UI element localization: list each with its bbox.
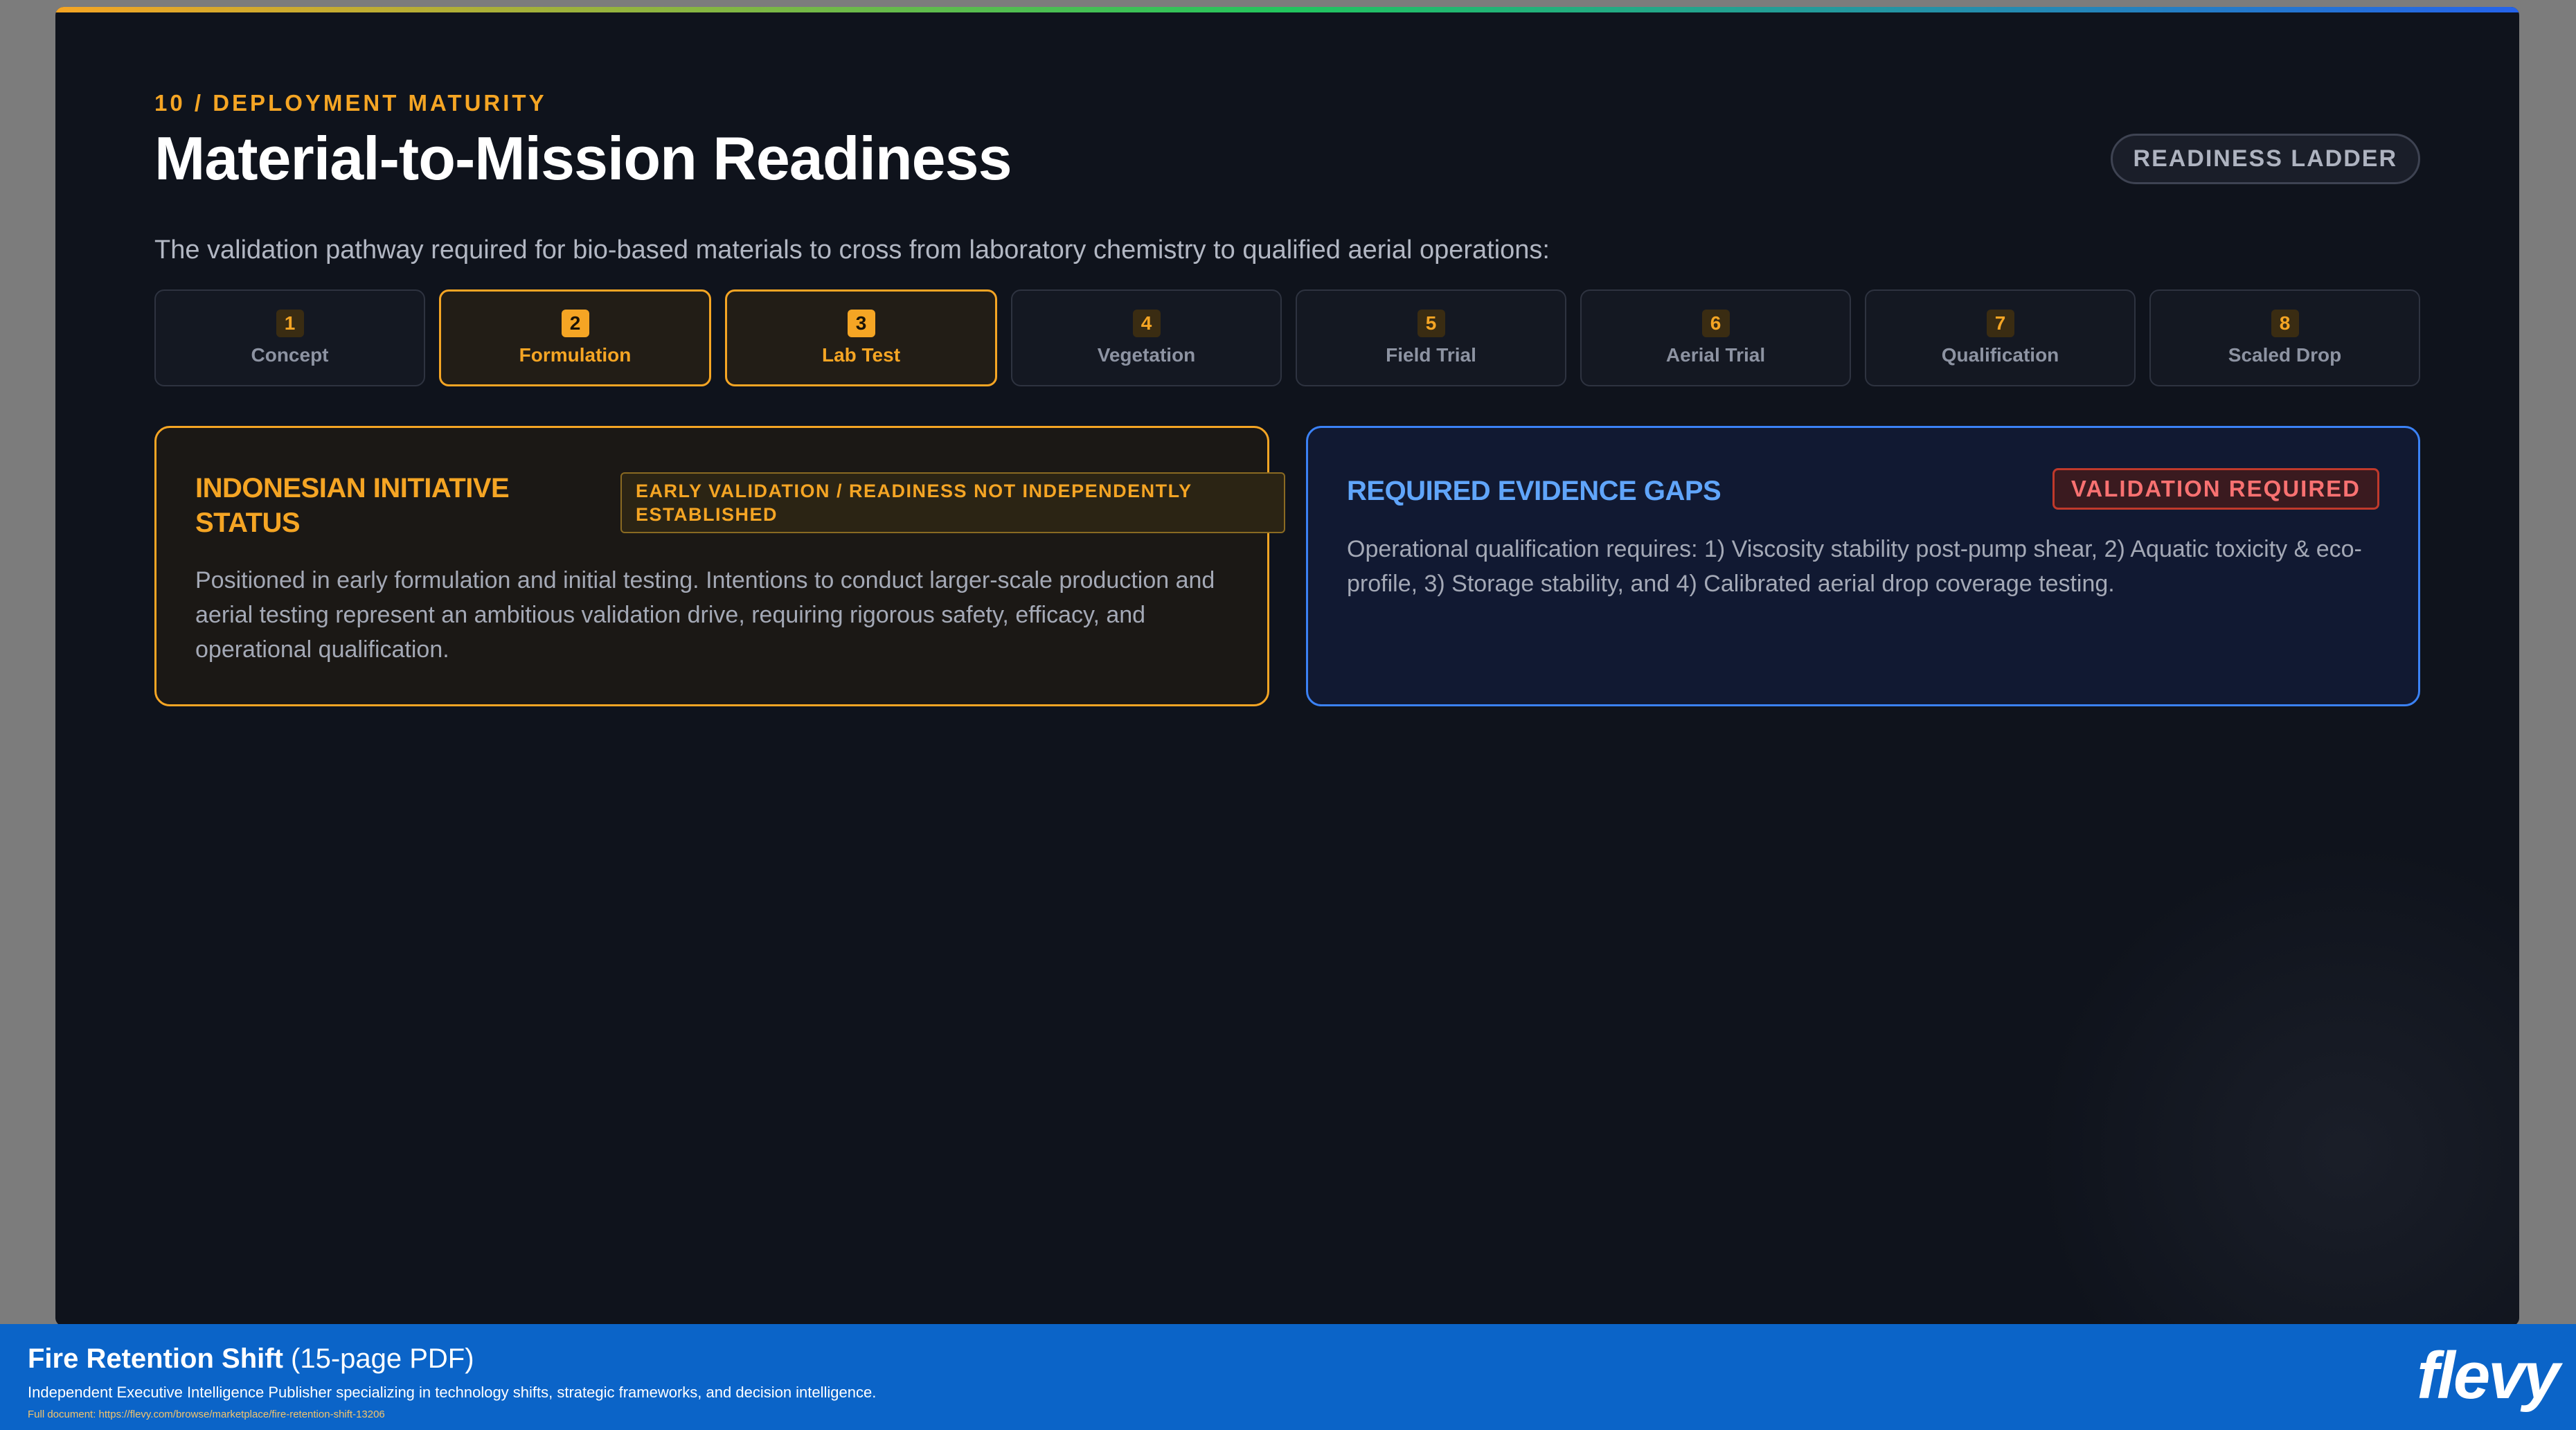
status-card-body: Positioned in early formulation and init… xyxy=(195,567,1215,663)
step-label: Field Trial xyxy=(1386,344,1476,366)
readiness-ladder-badge: READINESS LADDER xyxy=(2110,134,2420,184)
validation-required-tag: VALIDATION REQUIRED xyxy=(2052,468,2379,510)
evidence-gaps-card: REQUIRED EVIDENCE GAPS VALIDATION REQUIR… xyxy=(1306,426,2420,706)
step-field-trial: 5 Field Trial xyxy=(1296,289,1566,386)
step-scaled-drop: 8 Scaled Drop xyxy=(2149,289,2420,386)
slide: 10 / DEPLOYMENT MATURITY Material-to-Mis… xyxy=(55,7,2519,1326)
step-formulation: 2 Formulation xyxy=(439,289,711,386)
readiness-steps: 1 Concept 2 Formulation 3 Lab Test 4 Veg… xyxy=(154,289,2420,386)
footer-description: Independent Executive Intelligence Publi… xyxy=(28,1384,877,1401)
step-lab-test: 3 Lab Test xyxy=(725,289,997,386)
step-number-badge: 4 xyxy=(1132,310,1161,337)
background-glow xyxy=(2034,841,2519,1326)
step-aerial-trial: 6 Aerial Trial xyxy=(1580,289,1851,386)
initiative-status-card: INDONESIAN INITIATIVE STATUS EARLY VALID… xyxy=(154,426,1285,706)
footer-title: Fire Retention Shift (15-page PDF) xyxy=(28,1343,474,1375)
footer-document-link[interactable]: Full document: https://flevy.com/browse/… xyxy=(28,1409,385,1420)
step-number-badge: 2 xyxy=(561,310,589,337)
step-label: Concept xyxy=(251,344,329,366)
step-label: Lab Test xyxy=(821,344,901,366)
flevy-logo[interactable]: flevy xyxy=(2417,1338,2560,1414)
status-card-title: INDONESIAN INITIATIVE STATUS xyxy=(195,473,510,538)
early-validation-tag: EARLY VALIDATION / READINESS NOT INDEPEN… xyxy=(620,472,1285,533)
gaps-card-body: Operational qualification requires: 1) V… xyxy=(1347,536,2362,597)
gaps-card-title: REQUIRED EVIDENCE GAPS xyxy=(1347,476,1721,506)
step-label: Vegetation xyxy=(1097,344,1196,366)
step-label: Formulation xyxy=(519,344,632,366)
step-label: Aerial Trial xyxy=(1665,344,1766,366)
step-label: Scaled Drop xyxy=(2228,344,2342,366)
step-number-badge: 6 xyxy=(1701,310,1730,337)
section-eyebrow: 10 / DEPLOYMENT MATURITY xyxy=(154,90,547,116)
step-label: Qualification xyxy=(1941,344,2059,366)
document-title: Fire Retention Shift xyxy=(28,1343,283,1374)
footer-banner: Fire Retention Shift (15-page PDF) Indep… xyxy=(0,1324,2576,1430)
intro-text: The validation pathway required for bio-… xyxy=(154,235,1550,265)
step-number-badge: 8 xyxy=(2271,310,2299,337)
page-count: (15-page PDF) xyxy=(283,1343,474,1374)
step-number-badge: 1 xyxy=(276,310,304,337)
step-number-badge: 7 xyxy=(1986,310,2014,337)
step-qualification: 7 Qualification xyxy=(1865,289,2136,386)
step-number-badge: 5 xyxy=(1417,310,1445,337)
step-number-badge: 3 xyxy=(847,310,875,337)
step-concept: 1 Concept xyxy=(154,289,425,386)
slide-title: Material-to-Mission Readiness xyxy=(154,124,1012,193)
top-gradient-bar xyxy=(55,7,2519,12)
step-vegetation: 4 Vegetation xyxy=(1011,289,1282,386)
